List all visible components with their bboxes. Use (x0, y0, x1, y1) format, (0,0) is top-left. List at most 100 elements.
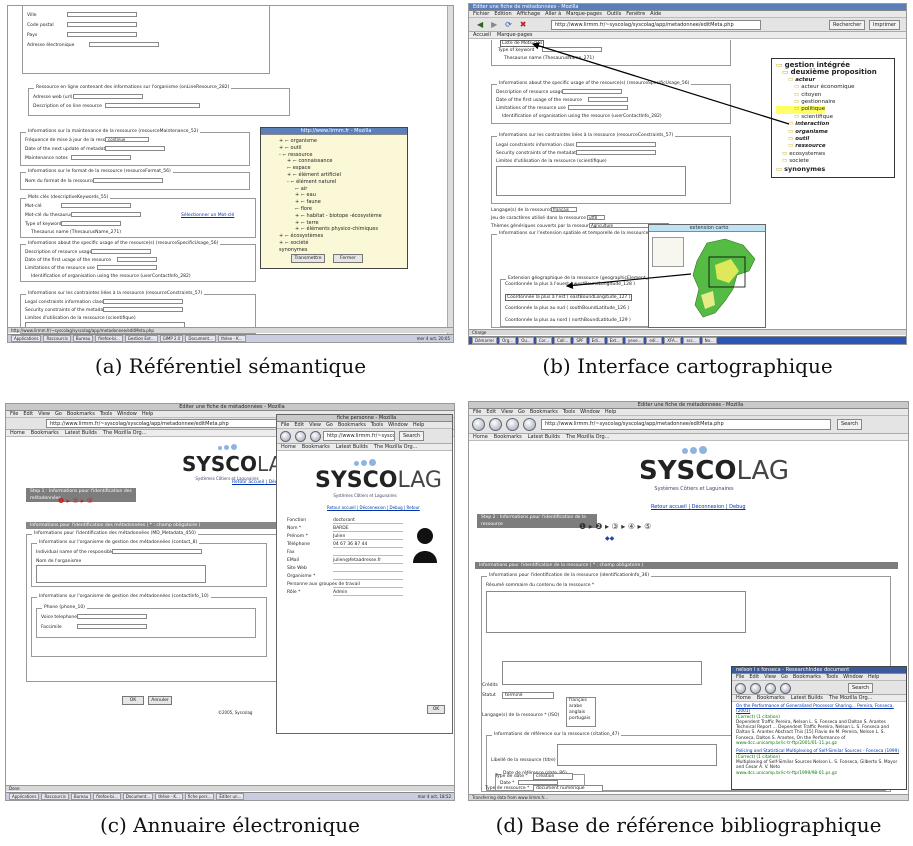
stop-icon[interactable]: ✖ (520, 20, 527, 29)
menu-item[interactable]: View (309, 422, 321, 428)
person-field-value[interactable]: 04 67 36 87 44 (333, 542, 403, 548)
bookmark-item[interactable]: Bookmarks (31, 430, 59, 436)
right-scrollbar[interactable] (447, 6, 453, 336)
c-popup-link-retour2[interactable]: Retour (407, 505, 420, 510)
bookmark-item[interactable]: The Mozilla Org... (103, 430, 147, 436)
bookmark-item[interactable]: The Mozilla Org... (829, 695, 873, 701)
tb-gimp[interactable]: GIMP 2.0 (159, 335, 184, 342)
tree-node[interactable]: + ⌐ élément artificiel (279, 172, 407, 179)
tb-applications[interactable]: Applications (11, 335, 42, 342)
tree-node[interactable]: ⌐ air (279, 186, 407, 193)
menu-item[interactable]: Tools (826, 674, 838, 680)
menu-item[interactable]: Bookmarks (67, 411, 95, 417)
c-popup-link-deco[interactable]: Déconnexion (360, 505, 386, 510)
first-usage-input[interactable] (117, 257, 157, 262)
tree-node[interactable]: ▭ gestionnaire (776, 99, 894, 106)
menu-item[interactable]: Marque-pages (566, 11, 602, 17)
keyword-input[interactable] (61, 203, 131, 208)
tb-document[interactable]: Document... (185, 335, 216, 342)
menu-item[interactable]: Go (55, 411, 62, 417)
d-credits-textarea[interactable] (502, 661, 702, 685)
d-forward-icon[interactable] (489, 418, 502, 431)
tree-node[interactable]: ▭ acteur économique (776, 84, 894, 91)
person-field-value[interactable] (333, 574, 403, 580)
d-restype-select[interactable]: document numérique (533, 785, 603, 792)
b-security-input[interactable] (576, 150, 656, 155)
keyword-type-input[interactable] (61, 221, 121, 226)
menu-item[interactable]: Help (605, 409, 616, 415)
tree-node[interactable]: ▭ citoyen (776, 92, 894, 99)
menu-item[interactable]: Aller à (545, 11, 561, 17)
c-popup-reload-icon[interactable] (310, 431, 321, 442)
tree-node[interactable]: - ⌐ ressource (279, 152, 407, 159)
tree-node[interactable]: + ⌐ connaissance (279, 158, 407, 165)
panel-d-url-field[interactable]: http://www.lirmm.fr/~syscolag/syscolag/a… (541, 419, 831, 430)
frequency-select[interactable]: continue (105, 137, 149, 142)
menu-item[interactable]: Tools (563, 409, 575, 415)
pays-input[interactable] (67, 32, 137, 37)
taskbar-button[interactable]: ssc... (683, 337, 700, 344)
b-use-limits-textarea[interactable] (496, 166, 686, 196)
d-link-retour[interactable]: Retour accueil (651, 504, 687, 510)
tree-node[interactable]: + ⌐ eau (279, 192, 407, 199)
tree-node[interactable]: + ⌐ faune (279, 199, 407, 206)
url-input[interactable] (73, 94, 143, 99)
bookmark-item[interactable]: Home (281, 444, 296, 450)
menu-item[interactable]: Affichage (517, 11, 541, 17)
taskbar-button[interactable]: Org... (499, 337, 517, 344)
person-field-value[interactable]: Julien (333, 534, 403, 540)
d-link-debug[interactable]: Debug (729, 504, 745, 510)
email-input[interactable] (89, 42, 159, 47)
b-keyword-list-label[interactable]: Liste de Mots-clés (500, 40, 545, 47)
menu-item[interactable]: Fichier (473, 11, 489, 17)
tree-node[interactable]: ▭ deuxième proposition (776, 69, 894, 76)
limitations-input[interactable] (97, 265, 157, 270)
bookmark-item[interactable]: Latest Builds (65, 430, 97, 436)
menu-item[interactable]: Window (580, 409, 600, 415)
tree-node[interactable]: ▭ synonymes (776, 165, 894, 173)
tb-these[interactable]: thèse - K... (217, 335, 246, 342)
result-url[interactable]: www.dcc.unicamp.br/ic-tr-ftp/2001/01-11.… (736, 741, 902, 746)
menu-item[interactable]: Bookmarks (530, 409, 558, 415)
taskbar-button[interactable]: Bureau (70, 793, 92, 800)
tree-node[interactable]: ▭ politique (776, 106, 826, 114)
tree-node[interactable]: ▭ organisme (776, 129, 894, 136)
menu-item[interactable]: Tools (371, 422, 383, 428)
b-limitations-input[interactable] (568, 105, 628, 110)
c-org-name-input[interactable] (36, 565, 206, 583)
tree-node[interactable]: + ⌐ société (279, 240, 407, 247)
c-popup-ok-button[interactable]: OK (427, 705, 445, 714)
c-voice-input[interactable] (77, 614, 147, 619)
taskbar-button[interactable]: Cor... (535, 337, 553, 344)
format-name-input[interactable] (93, 178, 163, 183)
c-popup-url[interactable]: http://www.lirmm.fr/~syscolag/... (323, 431, 395, 441)
menu-item[interactable]: File (281, 422, 289, 428)
bookmark-item[interactable]: Bookmarks (302, 444, 330, 450)
menu-item[interactable]: Aide (650, 11, 661, 17)
select-keyword-link[interactable]: Sélectionner un Mot-clé (181, 213, 234, 218)
c-individual-name-input[interactable] (112, 549, 202, 554)
panel-b-url-field[interactable]: http://www.lirmm.fr/~syscolag/syscolag/a… (551, 20, 761, 30)
bm-accueil[interactable]: Accueil (473, 32, 491, 38)
c-popup-back-icon[interactable] (280, 431, 291, 442)
person-field-value[interactable]: Admin (333, 590, 403, 596)
language-option[interactable]: portugais (569, 716, 595, 722)
menu-item[interactable]: Édition (494, 11, 511, 17)
d-reload-icon[interactable] (506, 418, 519, 431)
taskbar-button[interactable]: firefox-bi... (93, 793, 121, 800)
bookmark-item[interactable]: Latest Builds (791, 695, 823, 701)
bookmark-item[interactable]: Home (736, 695, 751, 701)
tree-node[interactable]: ⌐ espace (279, 165, 407, 172)
c-popup-forward-icon[interactable] (295, 431, 306, 442)
result-title[interactable]: Policing and Statistical Multiplexing of… (736, 749, 902, 754)
menu-item[interactable]: Outils (607, 11, 621, 17)
fermer-button[interactable]: Fermer (333, 254, 363, 263)
menu-item[interactable]: Bookmarks (338, 422, 366, 428)
d-nav-links[interactable]: Retour accueil | Déconnexion | Debug (651, 504, 746, 510)
bookmark-item[interactable]: Bookmarks (757, 695, 785, 701)
c-popup-link-debug[interactable]: Debug (390, 505, 403, 510)
d-popup-search-button[interactable]: Search (848, 683, 874, 693)
tree-node[interactable]: ▭ ressource (776, 143, 894, 150)
menu-item[interactable]: Tools (100, 411, 112, 417)
taskbar-button[interactable]: thèse - K... (155, 793, 183, 800)
